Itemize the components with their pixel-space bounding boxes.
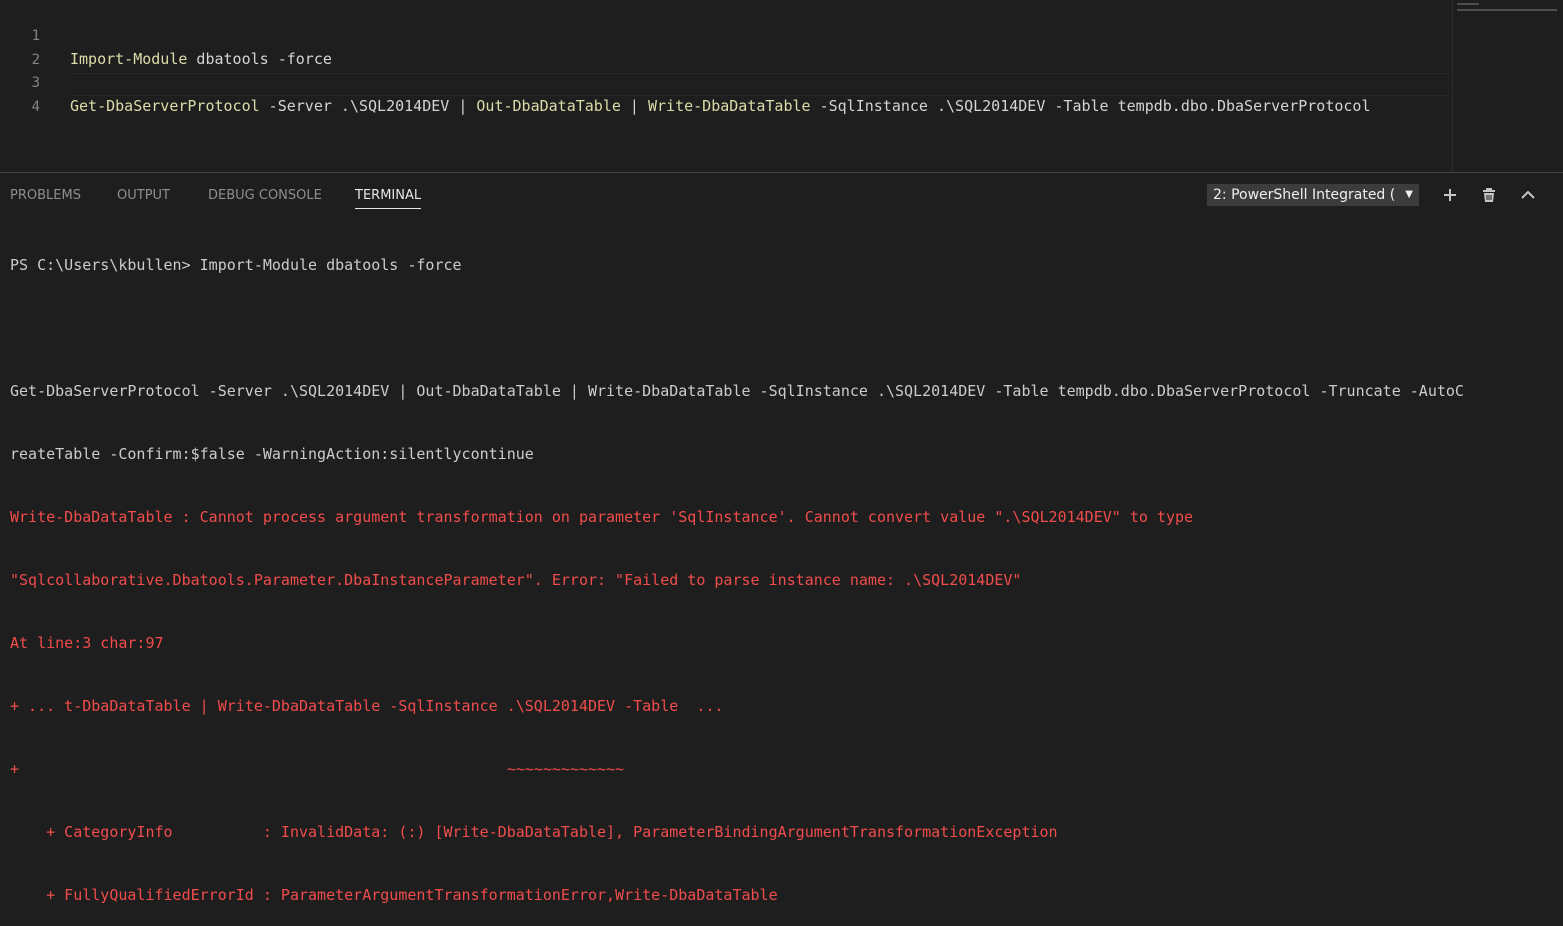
terminal-select-value: 2: PowerShell Integrated ( [1213, 187, 1396, 203]
code-token-command: Out-DbaDataTable [476, 97, 621, 115]
terminal-line: PS C:\Users\kbullen> Import-Module dbato… [10, 256, 462, 274]
code-token-text: | [620, 97, 648, 115]
line-number: 4 [31, 99, 40, 115]
terminal-error-line: + ... t-DbaDataTable | Write-DbaDataTabl… [10, 697, 724, 715]
terminal-error-line: At line:3 char:97 [10, 634, 164, 652]
tab-terminal[interactable]: TERMINAL [355, 188, 422, 209]
panel-tabs: PROBLEMS OUTPUT DEBUG CONSOLE TERMINAL 2… [0, 173, 1563, 217]
chevron-down-icon: ▼ [1405, 189, 1413, 200]
code-editor[interactable]: 1 Import-Module dbatools -force 2 3 Get-… [0, 0, 1563, 172]
chevron-up-icon[interactable] [1518, 185, 1538, 205]
minimap[interactable] [1452, 0, 1563, 172]
terminal-error-line: + ~~~~~~~~~~~~~ [10, 760, 625, 778]
terminal-line: reateTable -Confirm:$false -WarningActio… [10, 445, 534, 463]
code-token-text: -SqlInstance .\SQL2014DEV -Table tempdb.… [810, 97, 1371, 115]
tab-problems[interactable]: PROBLEMS [10, 188, 81, 203]
terminal-error-line: "Sqlcollaborative.Dbatools.Parameter.Dba… [10, 571, 1022, 589]
terminal-error-line: + FullyQualifiedErrorId : ParameterArgum… [10, 886, 778, 904]
tab-debug-console[interactable]: DEBUG CONSOLE [208, 188, 322, 203]
code-token-text: -Server .\SQL2014DEV | [259, 97, 477, 115]
terminal-select-dropdown[interactable]: 2: PowerShell Integrated ( ▼ [1207, 184, 1419, 206]
editor-line[interactable]: 2 [0, 26, 1452, 68]
editor-line[interactable]: 3 Get-DbaServerProtocol -Server .\SQL201… [0, 49, 1452, 115]
terminal-error-line: Write-DbaDataTable : Cannot process argu… [10, 508, 1194, 526]
editor-line[interactable]: 4 [0, 73, 1452, 115]
minimap-line [1457, 9, 1557, 11]
terminal-error-line: + CategoryInfo : InvalidData: (:) [Write… [10, 823, 1058, 841]
editor-line[interactable]: 1 Import-Module dbatools -force [0, 2, 1452, 68]
tab-output[interactable]: OUTPUT [117, 188, 170, 203]
bottom-panel: PROBLEMS OUTPUT DEBUG CONSOLE TERMINAL 2… [0, 172, 1563, 904]
code-token-command: Get-DbaServerProtocol [70, 97, 260, 115]
terminal-line: Get-DbaServerProtocol -Server .\SQL2014D… [10, 382, 1464, 400]
code-token-command: Write-DbaDataTable [648, 97, 811, 115]
trash-icon[interactable] [1479, 185, 1499, 205]
terminal-output[interactable]: PS C:\Users\kbullen> Import-Module dbato… [10, 213, 1560, 926]
plus-icon[interactable] [1440, 185, 1460, 205]
minimap-line [1457, 3, 1479, 5]
code-text: Get-DbaServerProtocol -Server .\SQL2014D… [70, 95, 1370, 118]
